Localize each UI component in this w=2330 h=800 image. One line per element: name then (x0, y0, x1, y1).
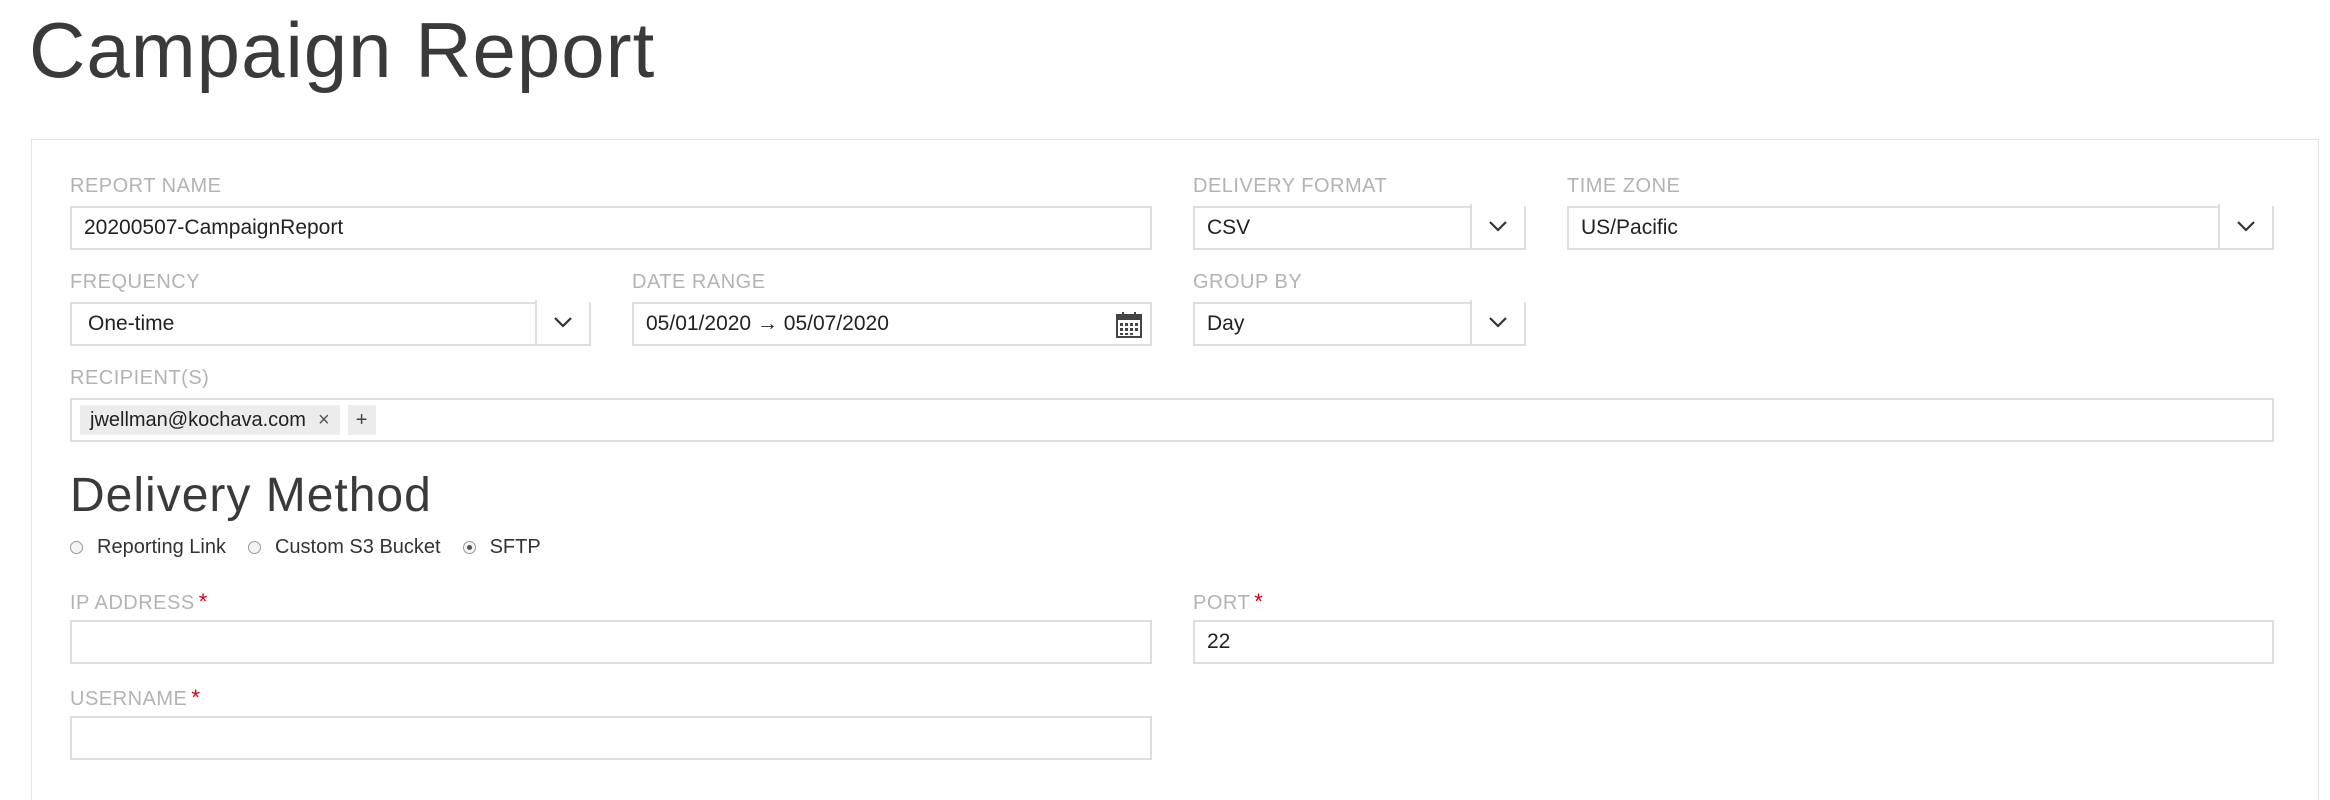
delivery-format-value: CSV (1207, 216, 1251, 239)
time-zone-select[interactable]: US/Pacific (1567, 204, 2274, 250)
radio-button[interactable] (247, 541, 261, 554)
chevron-down-icon[interactable] (1470, 204, 1524, 248)
report-name-label: REPORT NAME (70, 175, 222, 197)
recipient-tag: jwellman@kochava.com × (80, 405, 340, 435)
recipients-label: RECIPIENT(S) (70, 367, 210, 389)
report-name-field[interactable] (70, 206, 1152, 250)
port-input[interactable] (1207, 622, 2272, 662)
radio-button[interactable] (70, 541, 83, 554)
date-range-field[interactable]: 05/01/2020 → 05/07/2020 (632, 302, 1152, 346)
calendar-icon[interactable] (1116, 312, 1142, 338)
radio-label: Custom S3 Bucket (274, 536, 441, 558)
frequency-label: FREQUENCY (70, 271, 201, 293)
port-label-text: PORT (1193, 592, 1251, 614)
recipient-email: jwellman@kochava.com (90, 408, 306, 431)
date-range-label: DATE RANGE (632, 271, 766, 293)
time-zone-label: TIME ZONE (1567, 175, 1681, 197)
radio-label: Reporting Link (97, 536, 226, 558)
username-field[interactable] (70, 716, 1152, 760)
radio-button-selected[interactable] (462, 541, 476, 554)
page-title: Campaign Report (29, 6, 656, 94)
remove-recipient-button[interactable]: × (318, 409, 330, 432)
add-recipient-button[interactable]: + (347, 405, 376, 435)
port-field[interactable] (1193, 620, 2274, 664)
group-by-value: Day (1207, 312, 1245, 335)
radio-sftp[interactable]: SFTP (462, 536, 541, 559)
required-marker: * (1254, 589, 1264, 614)
ip-address-field[interactable] (70, 620, 1152, 664)
radio-reporting-link[interactable]: Reporting Link (70, 536, 226, 559)
frequency-select[interactable]: One-time (70, 300, 591, 346)
required-marker: * (198, 589, 208, 614)
group-by-label: GROUP BY (1193, 271, 1303, 293)
delivery-method-title: Delivery Method (70, 469, 432, 522)
username-input[interactable] (84, 718, 1150, 758)
radio-label: SFTP (489, 536, 541, 558)
username-label: USERNAME * (70, 686, 200, 711)
time-zone-value: US/Pacific (1581, 216, 1678, 239)
ip-address-label: IP ADDRESS * (70, 590, 208, 615)
required-marker: * (191, 685, 201, 710)
delivery-format-select[interactable]: CSV (1193, 204, 1526, 250)
recipients-field[interactable]: jwellman@kochava.com × + (70, 398, 2274, 442)
delivery-method-options: Reporting Link Custom S3 Bucket SFTP (70, 536, 563, 559)
ip-address-label-text: IP ADDRESS (70, 592, 195, 614)
chevron-down-icon[interactable] (1470, 300, 1524, 344)
ip-address-input[interactable] (84, 622, 1150, 662)
frequency-value: One-time (88, 312, 175, 335)
delivery-format-label: DELIVERY FORMAT (1193, 175, 1388, 197)
chevron-down-icon[interactable] (2218, 204, 2272, 248)
chevron-down-icon[interactable] (535, 300, 589, 344)
group-by-select[interactable]: Day (1193, 300, 1526, 346)
report-name-input[interactable] (84, 208, 1150, 248)
date-range-value: 05/01/2020 → 05/07/2020 (646, 312, 889, 335)
port-label: PORT * (1193, 590, 1263, 615)
username-label-text: USERNAME (70, 688, 188, 710)
radio-custom-s3-bucket[interactable]: Custom S3 Bucket (247, 536, 441, 559)
